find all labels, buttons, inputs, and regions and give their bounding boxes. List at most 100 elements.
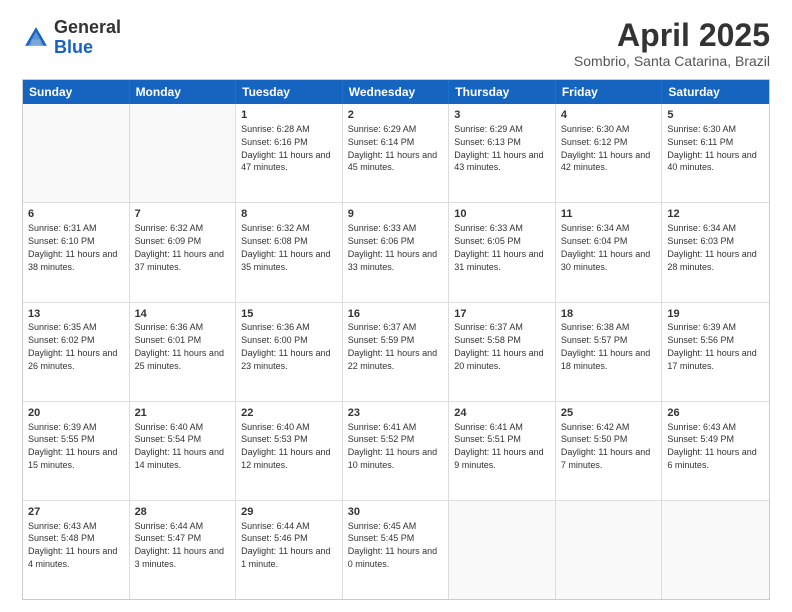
day-number: 2 xyxy=(348,108,444,123)
cell-info: Sunrise: 6:40 AM Sunset: 5:54 PM Dayligh… xyxy=(135,422,224,470)
calendar-body: 1Sunrise: 6:28 AM Sunset: 6:16 PM Daylig… xyxy=(23,104,769,599)
cell-info: Sunrise: 6:43 AM Sunset: 5:48 PM Dayligh… xyxy=(28,521,117,569)
cell-info: Sunrise: 6:40 AM Sunset: 5:53 PM Dayligh… xyxy=(241,422,330,470)
cell-info: Sunrise: 6:36 AM Sunset: 6:00 PM Dayligh… xyxy=(241,322,330,370)
cell-info: Sunrise: 6:44 AM Sunset: 5:47 PM Dayligh… xyxy=(135,521,224,569)
day-number: 15 xyxy=(241,307,337,322)
calendar-cell: 21Sunrise: 6:40 AM Sunset: 5:54 PM Dayli… xyxy=(130,402,237,500)
logo-blue: Blue xyxy=(54,38,121,58)
cell-info: Sunrise: 6:33 AM Sunset: 6:06 PM Dayligh… xyxy=(348,223,437,271)
calendar-header-wednesday: Wednesday xyxy=(343,80,450,104)
calendar-header-saturday: Saturday xyxy=(662,80,769,104)
calendar-cell: 24Sunrise: 6:41 AM Sunset: 5:51 PM Dayli… xyxy=(449,402,556,500)
cell-info: Sunrise: 6:31 AM Sunset: 6:10 PM Dayligh… xyxy=(28,223,117,271)
calendar-cell: 20Sunrise: 6:39 AM Sunset: 5:55 PM Dayli… xyxy=(23,402,130,500)
day-number: 6 xyxy=(28,207,124,222)
day-number: 28 xyxy=(135,505,231,520)
day-number: 19 xyxy=(667,307,764,322)
day-number: 20 xyxy=(28,406,124,421)
calendar-header-row: SundayMondayTuesdayWednesdayThursdayFrid… xyxy=(23,80,769,104)
calendar-cell: 2Sunrise: 6:29 AM Sunset: 6:14 PM Daylig… xyxy=(343,104,450,202)
cell-info: Sunrise: 6:43 AM Sunset: 5:49 PM Dayligh… xyxy=(667,422,756,470)
cell-info: Sunrise: 6:32 AM Sunset: 6:08 PM Dayligh… xyxy=(241,223,330,271)
day-number: 29 xyxy=(241,505,337,520)
logo-text: General Blue xyxy=(54,18,121,58)
day-number: 16 xyxy=(348,307,444,322)
day-number: 1 xyxy=(241,108,337,123)
calendar-cell: 14Sunrise: 6:36 AM Sunset: 6:01 PM Dayli… xyxy=(130,303,237,401)
cell-info: Sunrise: 6:30 AM Sunset: 6:12 PM Dayligh… xyxy=(561,124,650,172)
calendar-cell: 23Sunrise: 6:41 AM Sunset: 5:52 PM Dayli… xyxy=(343,402,450,500)
cell-info: Sunrise: 6:36 AM Sunset: 6:01 PM Dayligh… xyxy=(135,322,224,370)
day-number: 4 xyxy=(561,108,657,123)
calendar-header-thursday: Thursday xyxy=(449,80,556,104)
calendar-cell: 9Sunrise: 6:33 AM Sunset: 6:06 PM Daylig… xyxy=(343,203,450,301)
logo: General Blue xyxy=(22,18,121,58)
calendar-cell: 10Sunrise: 6:33 AM Sunset: 6:05 PM Dayli… xyxy=(449,203,556,301)
calendar-cell: 26Sunrise: 6:43 AM Sunset: 5:49 PM Dayli… xyxy=(662,402,769,500)
calendar-cell: 4Sunrise: 6:30 AM Sunset: 6:12 PM Daylig… xyxy=(556,104,663,202)
calendar-cell: 25Sunrise: 6:42 AM Sunset: 5:50 PM Dayli… xyxy=(556,402,663,500)
cell-info: Sunrise: 6:34 AM Sunset: 6:04 PM Dayligh… xyxy=(561,223,650,271)
calendar-cell: 5Sunrise: 6:30 AM Sunset: 6:11 PM Daylig… xyxy=(662,104,769,202)
calendar-cell: 12Sunrise: 6:34 AM Sunset: 6:03 PM Dayli… xyxy=(662,203,769,301)
calendar-week-5: 27Sunrise: 6:43 AM Sunset: 5:48 PM Dayli… xyxy=(23,501,769,599)
calendar-header-friday: Friday xyxy=(556,80,663,104)
cell-info: Sunrise: 6:38 AM Sunset: 5:57 PM Dayligh… xyxy=(561,322,650,370)
day-number: 13 xyxy=(28,307,124,322)
calendar-page: General Blue April 2025 Sombrio, Santa C… xyxy=(0,0,792,612)
calendar-cell: 8Sunrise: 6:32 AM Sunset: 6:08 PM Daylig… xyxy=(236,203,343,301)
calendar-cell: 15Sunrise: 6:36 AM Sunset: 6:00 PM Dayli… xyxy=(236,303,343,401)
day-number: 3 xyxy=(454,108,550,123)
cell-info: Sunrise: 6:29 AM Sunset: 6:14 PM Dayligh… xyxy=(348,124,437,172)
day-number: 5 xyxy=(667,108,764,123)
cell-info: Sunrise: 6:29 AM Sunset: 6:13 PM Dayligh… xyxy=(454,124,543,172)
calendar-cell: 30Sunrise: 6:45 AM Sunset: 5:45 PM Dayli… xyxy=(343,501,450,599)
day-number: 12 xyxy=(667,207,764,222)
cell-info: Sunrise: 6:35 AM Sunset: 6:02 PM Dayligh… xyxy=(28,322,117,370)
day-number: 25 xyxy=(561,406,657,421)
cell-info: Sunrise: 6:34 AM Sunset: 6:03 PM Dayligh… xyxy=(667,223,756,271)
cell-info: Sunrise: 6:41 AM Sunset: 5:51 PM Dayligh… xyxy=(454,422,543,470)
month-title: April 2025 xyxy=(574,18,770,53)
calendar-cell: 1Sunrise: 6:28 AM Sunset: 6:16 PM Daylig… xyxy=(236,104,343,202)
calendar-cell: 19Sunrise: 6:39 AM Sunset: 5:56 PM Dayli… xyxy=(662,303,769,401)
cell-info: Sunrise: 6:32 AM Sunset: 6:09 PM Dayligh… xyxy=(135,223,224,271)
cell-info: Sunrise: 6:37 AM Sunset: 5:58 PM Dayligh… xyxy=(454,322,543,370)
day-number: 14 xyxy=(135,307,231,322)
location-subtitle: Sombrio, Santa Catarina, Brazil xyxy=(574,53,770,69)
cell-info: Sunrise: 6:39 AM Sunset: 5:55 PM Dayligh… xyxy=(28,422,117,470)
day-number: 21 xyxy=(135,406,231,421)
calendar-cell: 11Sunrise: 6:34 AM Sunset: 6:04 PM Dayli… xyxy=(556,203,663,301)
day-number: 11 xyxy=(561,207,657,222)
day-number: 23 xyxy=(348,406,444,421)
calendar-cell: 28Sunrise: 6:44 AM Sunset: 5:47 PM Dayli… xyxy=(130,501,237,599)
calendar-cell: 22Sunrise: 6:40 AM Sunset: 5:53 PM Dayli… xyxy=(236,402,343,500)
calendar-header-tuesday: Tuesday xyxy=(236,80,343,104)
calendar-week-2: 6Sunrise: 6:31 AM Sunset: 6:10 PM Daylig… xyxy=(23,203,769,302)
day-number: 18 xyxy=(561,307,657,322)
calendar-week-4: 20Sunrise: 6:39 AM Sunset: 5:55 PM Dayli… xyxy=(23,402,769,501)
calendar-cell: 18Sunrise: 6:38 AM Sunset: 5:57 PM Dayli… xyxy=(556,303,663,401)
calendar-header-monday: Monday xyxy=(130,80,237,104)
calendar-cell: 17Sunrise: 6:37 AM Sunset: 5:58 PM Dayli… xyxy=(449,303,556,401)
cell-info: Sunrise: 6:41 AM Sunset: 5:52 PM Dayligh… xyxy=(348,422,437,470)
cell-info: Sunrise: 6:37 AM Sunset: 5:59 PM Dayligh… xyxy=(348,322,437,370)
calendar-cell: 3Sunrise: 6:29 AM Sunset: 6:13 PM Daylig… xyxy=(449,104,556,202)
calendar-cell: 7Sunrise: 6:32 AM Sunset: 6:09 PM Daylig… xyxy=(130,203,237,301)
calendar-cell: 13Sunrise: 6:35 AM Sunset: 6:02 PM Dayli… xyxy=(23,303,130,401)
calendar-cell: 16Sunrise: 6:37 AM Sunset: 5:59 PM Dayli… xyxy=(343,303,450,401)
calendar-grid: SundayMondayTuesdayWednesdayThursdayFrid… xyxy=(22,79,770,600)
calendar-cell xyxy=(556,501,663,599)
title-block: April 2025 Sombrio, Santa Catarina, Braz… xyxy=(574,18,770,69)
day-number: 27 xyxy=(28,505,124,520)
calendar-cell: 6Sunrise: 6:31 AM Sunset: 6:10 PM Daylig… xyxy=(23,203,130,301)
calendar-cell xyxy=(449,501,556,599)
day-number: 30 xyxy=(348,505,444,520)
calendar-cell: 29Sunrise: 6:44 AM Sunset: 5:46 PM Dayli… xyxy=(236,501,343,599)
day-number: 22 xyxy=(241,406,337,421)
cell-info: Sunrise: 6:45 AM Sunset: 5:45 PM Dayligh… xyxy=(348,521,437,569)
day-number: 8 xyxy=(241,207,337,222)
calendar-week-3: 13Sunrise: 6:35 AM Sunset: 6:02 PM Dayli… xyxy=(23,303,769,402)
calendar-cell: 27Sunrise: 6:43 AM Sunset: 5:48 PM Dayli… xyxy=(23,501,130,599)
